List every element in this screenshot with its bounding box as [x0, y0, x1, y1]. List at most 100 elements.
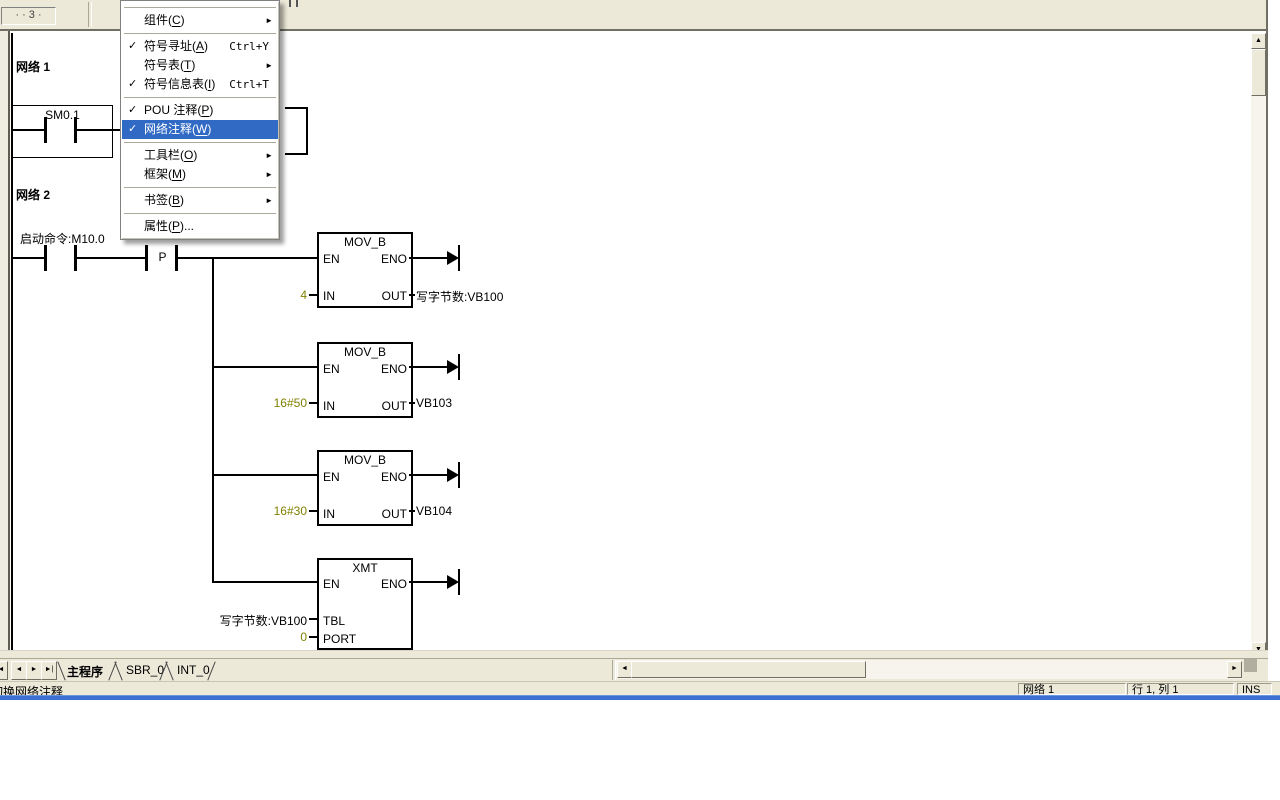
left-arrow-icon: ◄: [621, 665, 628, 672]
menu-separator: [124, 213, 276, 214]
pin-out: OUT: [382, 507, 407, 521]
menu-shortcut: Ctrl+Y: [229, 37, 269, 56]
menu-item-toolbars[interactable]: 工具栏(O) ►: [122, 146, 278, 165]
menu-item-label: ): [181, 13, 185, 27]
window-right-border: [1266, 0, 1268, 681]
menu-item-label: 符号寻址(: [144, 39, 196, 53]
open-line-bar: [458, 462, 460, 488]
hidden-box-top-edge: [285, 107, 308, 109]
wire: [13, 129, 44, 131]
pin-en: EN: [323, 577, 340, 591]
pin-stub: [309, 510, 317, 512]
pin-stub: [309, 618, 317, 620]
menu-item-label: 组件(: [144, 13, 172, 27]
in-value[interactable]: 16#30: [240, 504, 307, 518]
contact-bar: [44, 117, 47, 143]
vertical-scrollbar[interactable]: ▲ ▼: [1251, 33, 1266, 658]
wire: [178, 257, 317, 259]
status-cursor-panel: 行 1, 列 1: [1127, 683, 1234, 695]
status-bar: 切换网络注释 网络 1 行 1, 列 1 INS: [0, 681, 1280, 696]
scroll-up-button[interactable]: ▲: [1251, 33, 1266, 49]
menu-item-label: 框架(: [144, 167, 172, 181]
menu-item-mnemonic: M: [172, 167, 182, 181]
horizontal-scrollbar[interactable]: ◄ ►: [616, 660, 1242, 679]
in-value[interactable]: 16#50: [240, 396, 307, 410]
editor-left-gutter: [0, 31, 8, 658]
checkmark-icon: ✓: [128, 101, 137, 120]
menu-item-label: ): [204, 39, 208, 53]
movb-block-3[interactable]: MOV_B EN ENO IN OUT: [317, 450, 413, 526]
tbl-operand[interactable]: 写字节数:VB100: [200, 612, 307, 629]
pin-port: PORT: [323, 632, 356, 646]
pin-stub: [309, 402, 317, 404]
tab-int0[interactable]: INT_0: [177, 663, 210, 677]
scroll-right-button[interactable]: ►: [1227, 661, 1242, 678]
open-line-bar: [458, 245, 460, 271]
xmt-block[interactable]: XMT EN ENO TBL PORT: [317, 558, 413, 650]
menu-item-symbol-table[interactable]: 符号表(T) ►: [122, 56, 278, 75]
network-1-label: 网络 1: [16, 58, 50, 75]
contact-bar: [44, 245, 47, 271]
menu-item-properties[interactable]: 属性(P)...: [122, 217, 278, 236]
movb-block-1[interactable]: MOV_B EN ENO IN OUT: [317, 232, 413, 308]
pin-out: OUT: [382, 399, 407, 413]
pin-stub: [409, 402, 415, 404]
menu-separator: [124, 187, 276, 188]
pin-stub: [409, 294, 415, 296]
tab-sbr0[interactable]: SBR_0: [126, 663, 164, 677]
checkmark-icon: ✓: [128, 75, 137, 94]
prev-tab-icon: ◄: [16, 666, 23, 673]
menu-separator: [124, 33, 276, 34]
tab-nav-first-button[interactable]: |◄: [0, 661, 8, 680]
hidden-box-right-edge: [306, 107, 308, 155]
menu-item-label: POU 注释(: [144, 103, 201, 117]
tab-nav-next-button[interactable]: ►: [26, 661, 42, 680]
menu-shortcut: Ctrl+T: [229, 75, 269, 94]
menu-item-label: 网络注释(: [144, 122, 196, 136]
tab-nav-last-button[interactable]: ►|: [41, 661, 57, 680]
eno-wire: [409, 366, 449, 368]
status-ins-mode-panel: INS: [1237, 683, 1272, 695]
menu-item-mnemonic: P: [172, 219, 180, 233]
menu-item-label: 符号表(: [144, 58, 184, 72]
block-title: MOV_B: [319, 235, 411, 249]
toolbar-zoom-field[interactable]: · · 3 ·: [1, 7, 56, 25]
menu-item-symbolic-addressing[interactable]: ✓ 符号寻址(A) Ctrl+Y: [122, 37, 278, 56]
menu-item-label: ): [211, 77, 215, 91]
horizontal-scroll-thumb[interactable]: [631, 661, 866, 678]
out-operand[interactable]: VB103: [416, 396, 452, 410]
pin-en: EN: [323, 362, 340, 376]
menu-item-frame[interactable]: 框架(M) ►: [122, 165, 278, 184]
tab-main-program[interactable]: 主程序: [67, 663, 103, 680]
tab-edge: [165, 662, 173, 681]
menu-item-label: ): [182, 167, 186, 181]
out-operand[interactable]: VB104: [416, 504, 452, 518]
block-title: MOV_B: [319, 345, 411, 359]
out-operand[interactable]: 写字节数:VB100: [416, 288, 503, 305]
submenu-arrow-icon: ►: [265, 11, 273, 30]
pin-stub: [309, 636, 317, 638]
menu-item-label: )...: [180, 219, 194, 233]
menu-item-pou-comments[interactable]: ✓ POU 注释(P): [122, 101, 278, 120]
network-2-label: 网络 2: [16, 186, 50, 203]
menu-item-network-comments[interactable]: ✓ 网络注释(W): [122, 120, 278, 139]
open-line-bar: [458, 354, 460, 380]
movb-block-2[interactable]: MOV_B EN ENO IN OUT: [317, 342, 413, 418]
in-value[interactable]: 4: [240, 288, 307, 302]
checkmark-icon: ✓: [128, 120, 137, 139]
menu-item-label: ): [207, 122, 211, 136]
vertical-scroll-thumb[interactable]: [1251, 49, 1266, 96]
pou-tab-bar: |◄ ◄ ► ►| 主程序 SBR_0 INT_0 ◄ ►: [0, 658, 1268, 682]
menu-item-bookmarks[interactable]: 书签(B) ►: [122, 191, 278, 210]
menu-item-mnemonic: W: [196, 122, 207, 136]
menu-item-components[interactable]: 组件(C) ►: [122, 11, 278, 30]
menu-item-symbol-info-table[interactable]: ✓ 符号信息表(I) Ctrl+T: [122, 75, 278, 94]
tab-nav-prev-button[interactable]: ◄: [11, 661, 27, 680]
menu-item-label: ): [191, 58, 195, 72]
scroll-left-button[interactable]: ◄: [617, 661, 632, 678]
menu-item-label: 书签(: [144, 193, 172, 207]
edge-contact-p-label[interactable]: P: [150, 250, 175, 264]
eno-wire: [409, 257, 449, 259]
port-value[interactable]: 0: [240, 630, 307, 644]
up-arrow-icon: ▲: [1255, 37, 1262, 44]
